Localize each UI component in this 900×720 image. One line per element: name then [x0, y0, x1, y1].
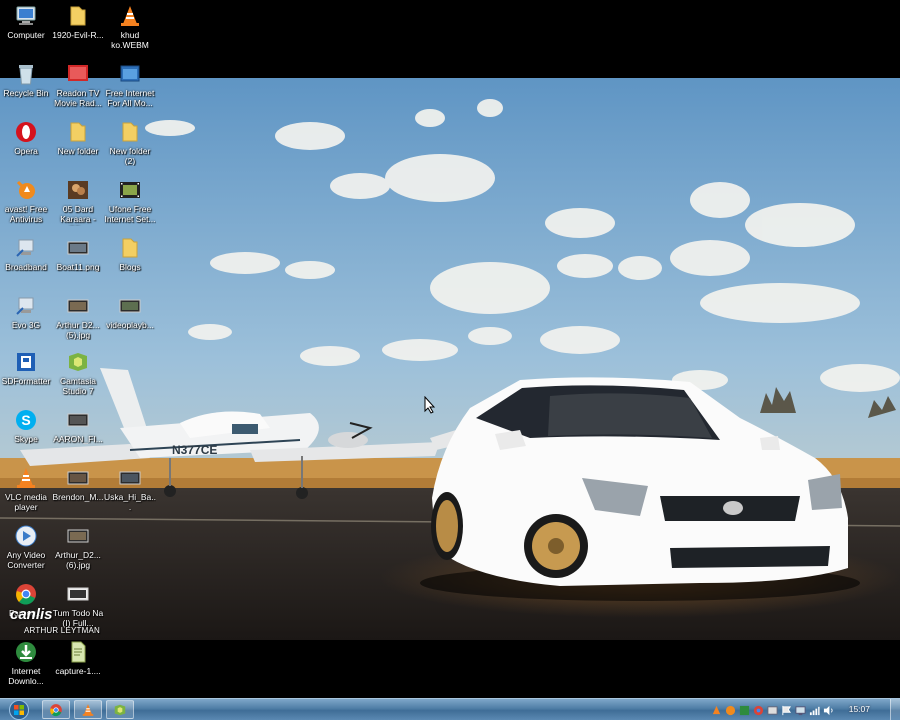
skype-icon: S	[14, 408, 38, 432]
desktop-icon-internet-download-manager[interactable]: Internet Downlo...	[0, 640, 52, 686]
camtasia-icon	[114, 704, 126, 715]
desktop-icon-free-internet[interactable]: Free Internet For All Mo...	[104, 62, 156, 108]
image-file-icon	[66, 236, 90, 260]
volume-icon[interactable]	[823, 705, 834, 716]
vlc-tray-icon[interactable]	[711, 705, 722, 716]
video-thumbnail-icon	[66, 178, 90, 202]
vlc-cone-icon	[14, 466, 38, 490]
desktop-icon-avast[interactable]: avast! Free Antivirus	[0, 178, 52, 224]
system-clock[interactable]: 15:07	[849, 704, 870, 714]
desktop-icon-opera[interactable]: Opera	[0, 120, 52, 156]
signal-tray-icon[interactable]	[809, 705, 820, 716]
desktop-icon-camtasia[interactable]: Camtasia Studio 7	[52, 350, 104, 396]
image-file-icon	[66, 466, 90, 490]
film-strip-icon	[118, 178, 142, 202]
desktop-icon-ufone[interactable]: Ufone Free Internet Set...	[104, 178, 156, 224]
text-file-icon	[66, 640, 90, 664]
network-tray-icon[interactable]	[795, 705, 806, 716]
desktop-icon-uska-hi-ba[interactable]: Uska_Hi_Ba...	[104, 466, 156, 512]
desktop-icon-computer[interactable]: Computer	[0, 4, 52, 40]
desktop-icon-evo-3g[interactable]: Evo 3G	[0, 294, 52, 330]
folder-icon	[66, 4, 90, 28]
image-file-icon	[66, 294, 90, 318]
windows-start-orb-icon	[9, 699, 29, 720]
taskbar-camtasia-button[interactable]	[106, 700, 134, 719]
desktop-icon-tum-todo-na[interactable]: Tum Todo Na (I) Full...	[52, 582, 104, 628]
plane-registration: N377CE	[172, 443, 217, 457]
show-desktop-button[interactable]	[890, 699, 900, 720]
desktop-icon-sdformatter[interactable]: SDFormatter	[0, 350, 52, 386]
camtasia-icon	[66, 350, 90, 374]
desktop-icon-skype[interactable]: S Skype	[0, 408, 52, 444]
vlc-cone-icon	[118, 4, 142, 28]
network-shortcut-icon	[14, 294, 38, 318]
folder-icon	[118, 236, 142, 260]
computer-icon	[14, 4, 38, 28]
chrome-tray-icon[interactable]	[753, 705, 764, 716]
desktop-icon-readon-tv[interactable]: Readon TV Movie Rad...	[52, 62, 104, 108]
mouse-cursor-icon	[424, 395, 436, 414]
watermark-logo: canlis	[10, 606, 53, 623]
sdformatter-icon	[14, 350, 38, 374]
desktop-icon-broadband[interactable]: Broadband	[0, 236, 52, 272]
network-shortcut-icon	[14, 236, 38, 260]
flag-tray-icon[interactable]	[781, 705, 792, 716]
image-file-icon	[66, 408, 90, 432]
app-tray-icon[interactable]	[767, 705, 778, 716]
watermark-caption: ARTHUR LEYTMAN	[24, 626, 100, 635]
avast-tray-icon[interactable]	[725, 705, 736, 716]
desktop-icon-capture-1[interactable]: capture-1....	[52, 640, 104, 676]
image-file-icon	[118, 294, 142, 318]
desktop-icon-1920-evil[interactable]: 1920-Evil-R...	[52, 4, 104, 40]
recycle-bin-icon	[14, 62, 38, 86]
desktop-icon-videoplayb[interactable]: videoplayb...	[104, 294, 156, 330]
taskbar: 15:07	[0, 698, 900, 720]
image-file-icon	[118, 466, 142, 490]
vlc-cone-icon	[82, 703, 94, 716]
readon-tv-icon	[66, 62, 90, 86]
desktop-icon-recycle-bin[interactable]: Recycle Bin	[0, 62, 52, 98]
chrome-icon	[50, 703, 62, 716]
svg-text:S: S	[21, 412, 30, 428]
system-tray	[711, 702, 834, 718]
desktop-icon-dard-karaara[interactable]: 05 Dard Karaara - (Mi...	[52, 178, 104, 226]
desktop-icon-new-folder-2[interactable]: New folder (2)	[104, 120, 156, 166]
internet-download-manager-icon	[14, 640, 38, 664]
app-tray-icon[interactable]	[739, 705, 750, 716]
image-file-icon	[66, 582, 90, 606]
folder-icon	[66, 120, 90, 144]
chrome-icon	[14, 582, 38, 606]
desktop-icon-boat11[interactable]: Boat11.png	[52, 236, 104, 272]
desktop-icon-new-folder[interactable]: New folder	[52, 120, 104, 156]
video-converter-icon	[14, 524, 38, 548]
desktop-icon-arthur-d2-5[interactable]: Arthur D2... (5).jpg	[52, 294, 104, 340]
desktop-icon-brendon[interactable]: Brendon_M...	[52, 466, 104, 502]
taskbar-vlc-button[interactable]	[74, 700, 102, 719]
opera-icon	[14, 120, 38, 144]
start-button[interactable]	[4, 699, 34, 720]
desktop-icon-vlc[interactable]: VLC media player	[0, 466, 52, 512]
desktop-icon-any-video-converter[interactable]: Any Video Converter	[0, 524, 52, 570]
taskbar-chrome-button[interactable]	[42, 700, 70, 719]
desktop-icon-blogs[interactable]: Blogs	[104, 236, 156, 272]
app-window-icon	[118, 62, 142, 86]
folder-icon	[118, 120, 142, 144]
avast-icon	[14, 178, 38, 202]
image-file-icon	[66, 524, 90, 548]
desktop-icon-khud-ko-webm[interactable]: khud ko.WEBM	[104, 4, 156, 50]
desktop-icon-aaron-fi[interactable]: AARON_FI...	[52, 408, 104, 444]
desktop-icon-arthur-d2-6[interactable]: Arthur_D2... (6).jpg	[52, 524, 104, 570]
